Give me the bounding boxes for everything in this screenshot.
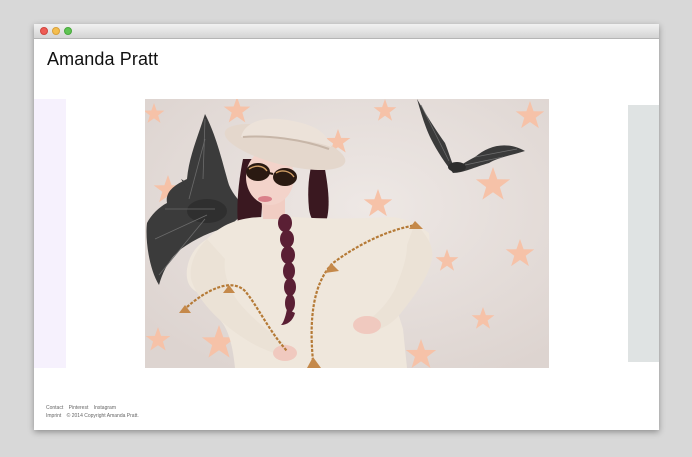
footer-copyright: © 2014 Copyright Amanda Pratt. [66,413,139,419]
footer-link-imprint[interactable]: Imprint [46,413,61,419]
footer-links: Contact Pinterest Instagram [46,405,120,411]
footer-legal: Imprint © 2014 Copyright Amanda Pratt. [46,413,143,419]
site-title[interactable]: Amanda Pratt [47,49,158,70]
footer-link-instagram[interactable]: Instagram [94,405,116,411]
maximize-window-button[interactable] [64,27,72,35]
footer-link-contact[interactable]: Contact [46,405,63,411]
previous-slide-image[interactable] [34,99,66,368]
window-titlebar [34,24,659,39]
footer-link-pinterest[interactable]: Pinterest [69,405,89,411]
minimize-window-button[interactable] [52,27,60,35]
close-window-button[interactable] [40,27,48,35]
browser-window: Amanda Pratt Contact Pinterest Instagram… [34,24,659,430]
next-slide-image[interactable] [628,105,659,362]
main-gallery-image[interactable] [145,99,549,368]
